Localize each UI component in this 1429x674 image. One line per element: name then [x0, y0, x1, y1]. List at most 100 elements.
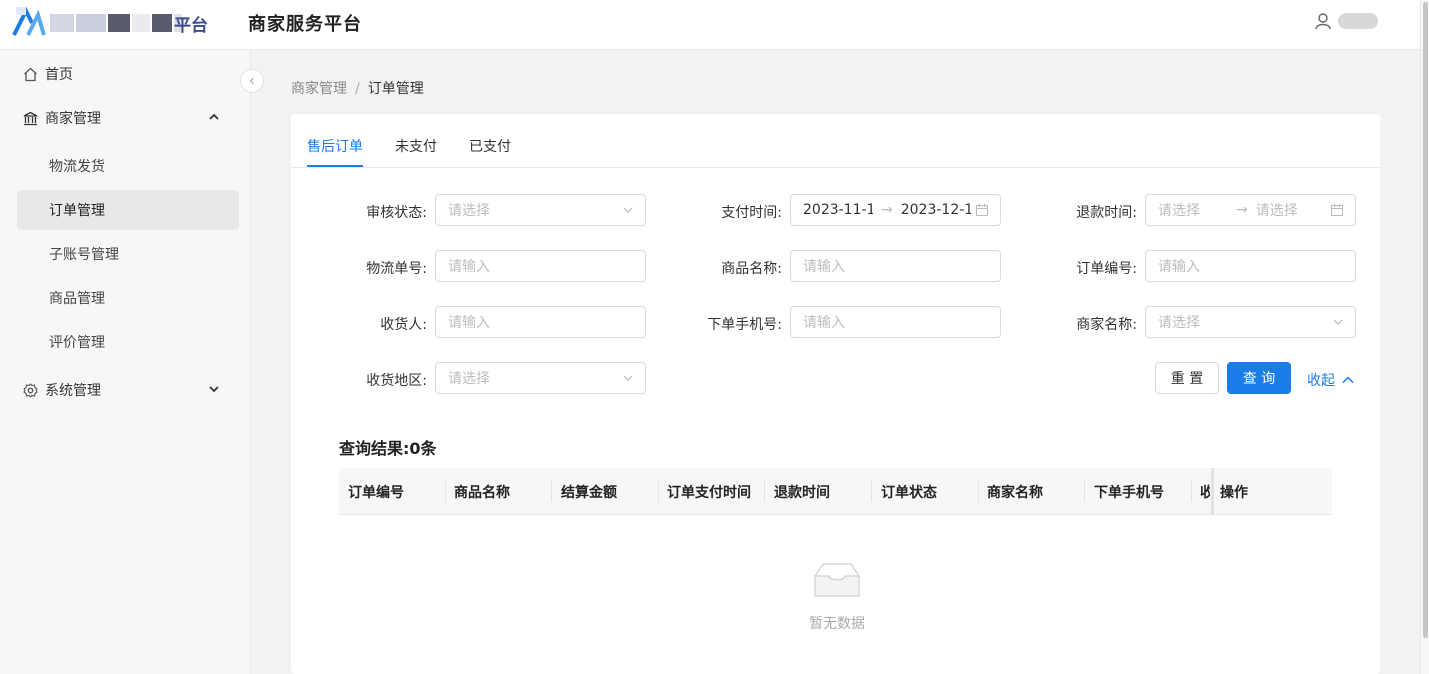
sidebar-item-subaccounts[interactable]: 子账号管理 — [17, 234, 239, 274]
top-header: 平台 商家服务平台 — [0, 0, 1420, 50]
breadcrumb-parent[interactable]: 商家管理 — [291, 81, 347, 97]
sidebar-item-label: 物流发货 — [49, 159, 105, 175]
column-header-actions: 操作 — [1220, 485, 1248, 501]
query-button[interactable]: 查 询 — [1227, 362, 1291, 394]
column-divider — [551, 480, 552, 502]
username-redacted — [1338, 13, 1378, 29]
region-placeholder: 请选择 — [448, 371, 490, 387]
column-header: 订单状态 — [881, 485, 937, 501]
sidebar-item-logistics[interactable]: 物流发货 — [17, 146, 239, 186]
breadcrumb-separator: / — [355, 81, 360, 97]
refund-time-start[interactable]: 请选择 — [1158, 200, 1228, 220]
order-table-header: 订单编号 商品名称 结算金额 订单支付时间 退款时间 订单状态 商家名称 下单手… — [339, 468, 1332, 515]
sidebar-item-reviews[interactable]: 评价管理 — [17, 322, 239, 362]
chevron-up-icon — [209, 113, 219, 120]
empty-state: 暂无数据 — [787, 560, 887, 632]
product-name-input[interactable]: 请输入 — [790, 250, 1001, 282]
column-header: 下单手机号 — [1094, 485, 1164, 501]
tab-active-indicator — [307, 165, 363, 167]
column-header: 收 — [1200, 485, 1210, 501]
chevron-left-icon — [249, 77, 254, 85]
column-header: 结算金额 — [561, 485, 617, 501]
page-title: 商家服务平台 — [248, 14, 362, 35]
order-no-label: 订单编号: — [1076, 261, 1137, 277]
sidebar-item-system[interactable]: 系统管理 — [0, 370, 251, 410]
sidebar-item-label: 评价管理 — [49, 335, 105, 351]
column-header: 订单支付时间 — [667, 485, 751, 501]
calendar-icon — [976, 204, 988, 216]
tab-after-sale[interactable]: 售后订单 — [307, 136, 363, 156]
refund-time-label: 退款时间: — [1076, 205, 1137, 221]
brand-name-redacted — [50, 12, 184, 34]
range-arrow: → — [1236, 202, 1248, 218]
logistics-no-label: 物流单号: — [366, 261, 427, 277]
logistics-no-input[interactable]: 请输入 — [435, 250, 646, 282]
product-name-placeholder: 请输入 — [803, 259, 845, 275]
query-result-summary: 查询结果:0条 — [339, 435, 437, 459]
empty-inbox-icon — [814, 563, 860, 597]
query-button-label: 查 询 — [1242, 371, 1276, 387]
chevron-down-icon — [1333, 319, 1343, 325]
merchant-name-select[interactable]: 请选择 — [1145, 306, 1356, 338]
sidebar-item-orders[interactable]: 订单管理 — [17, 190, 239, 230]
pay-time-label: 支付时间: — [721, 205, 782, 221]
order-no-placeholder: 请输入 — [1158, 259, 1200, 275]
calendar-icon — [1331, 204, 1343, 216]
column-divider — [871, 480, 872, 502]
column-header: 商品名称 — [454, 485, 510, 501]
breadcrumb: 商家管理 / 订单管理 — [291, 78, 424, 98]
receiver-placeholder: 请输入 — [448, 315, 490, 331]
pay-time-end[interactable]: 2023-12-1 — [901, 202, 971, 218]
reset-button[interactable]: 重 置 — [1155, 362, 1219, 394]
refund-time-range-picker[interactable]: 请选择 → 请选择 — [1145, 194, 1356, 226]
chevron-up-icon — [1342, 376, 1354, 384]
chevron-down-icon — [209, 386, 219, 393]
audit-status-placeholder: 请选择 — [448, 203, 490, 219]
audit-status-select[interactable]: 请选择 — [435, 194, 646, 226]
collapse-filter-link[interactable]: 收起 — [1307, 370, 1355, 390]
sidebar-item-label: 商家管理 — [45, 111, 101, 127]
region-label: 收货地区: — [366, 373, 427, 389]
result-count: 0条 — [409, 439, 437, 458]
collapse-label: 收起 — [1307, 373, 1335, 389]
page-scrollbar[interactable] — [1420, 0, 1429, 674]
column-header: 订单编号 — [348, 485, 404, 501]
order-phone-label: 下单手机号: — [707, 317, 782, 333]
sidebar-collapse-button[interactable] — [240, 69, 264, 93]
region-select[interactable]: 请选择 — [435, 362, 646, 394]
pay-time-range-picker[interactable]: 2023-11-16 → 2023-12-1 — [790, 194, 1001, 226]
sidebar-item-label: 订单管理 — [49, 203, 105, 219]
platform-logo-icon — [12, 6, 46, 36]
merchant-name-placeholder: 请选择 — [1158, 315, 1200, 331]
refund-time-end[interactable]: 请选择 — [1256, 200, 1326, 220]
tab-paid[interactable]: 已支付 — [469, 136, 511, 156]
sidebar-item-label: 商品管理 — [49, 291, 105, 307]
sidebar-item-products[interactable]: 商品管理 — [17, 278, 239, 318]
order-card: 售后订单 未支付 已支付 审核状态: 请选择 支付时间: 2023-11-16 … — [291, 114, 1380, 674]
result-label: 查询结果: — [339, 439, 410, 458]
audit-status-label: 审核状态: — [366, 205, 427, 221]
user-menu[interactable] — [1314, 12, 1378, 30]
sidebar-item-label: 子账号管理 — [49, 247, 119, 263]
logistics-no-placeholder: 请输入 — [448, 259, 490, 275]
column-header: 退款时间 — [774, 485, 830, 501]
reset-button-label: 重 置 — [1170, 371, 1204, 387]
sidebar-item-home[interactable]: 首页 — [0, 54, 251, 94]
product-name-label: 商品名称: — [721, 261, 782, 277]
order-no-input[interactable]: 请输入 — [1145, 250, 1356, 282]
order-phone-placeholder: 请输入 — [803, 315, 845, 331]
column-divider — [658, 480, 659, 502]
chevron-down-icon — [623, 207, 633, 213]
column-divider — [1191, 480, 1192, 502]
scrollbar-thumb[interactable] — [1423, 2, 1428, 638]
pay-time-start[interactable]: 2023-11-16 — [803, 202, 873, 218]
order-phone-input[interactable]: 请输入 — [790, 306, 1001, 338]
column-divider — [764, 480, 765, 502]
tab-unpaid[interactable]: 未支付 — [395, 136, 437, 156]
brand-subtitle: 平台 — [174, 16, 208, 36]
sidebar-item-label: 系统管理 — [45, 383, 101, 399]
user-icon — [1315, 13, 1331, 30]
sidebar-item-merchant[interactable]: 商家管理 — [0, 98, 251, 138]
sidebar: 首页 商家管理 物流发货 订单管理 子账号管理 商品管理 评价管理 系统管理 — [0, 50, 251, 674]
receiver-input[interactable]: 请输入 — [435, 306, 646, 338]
